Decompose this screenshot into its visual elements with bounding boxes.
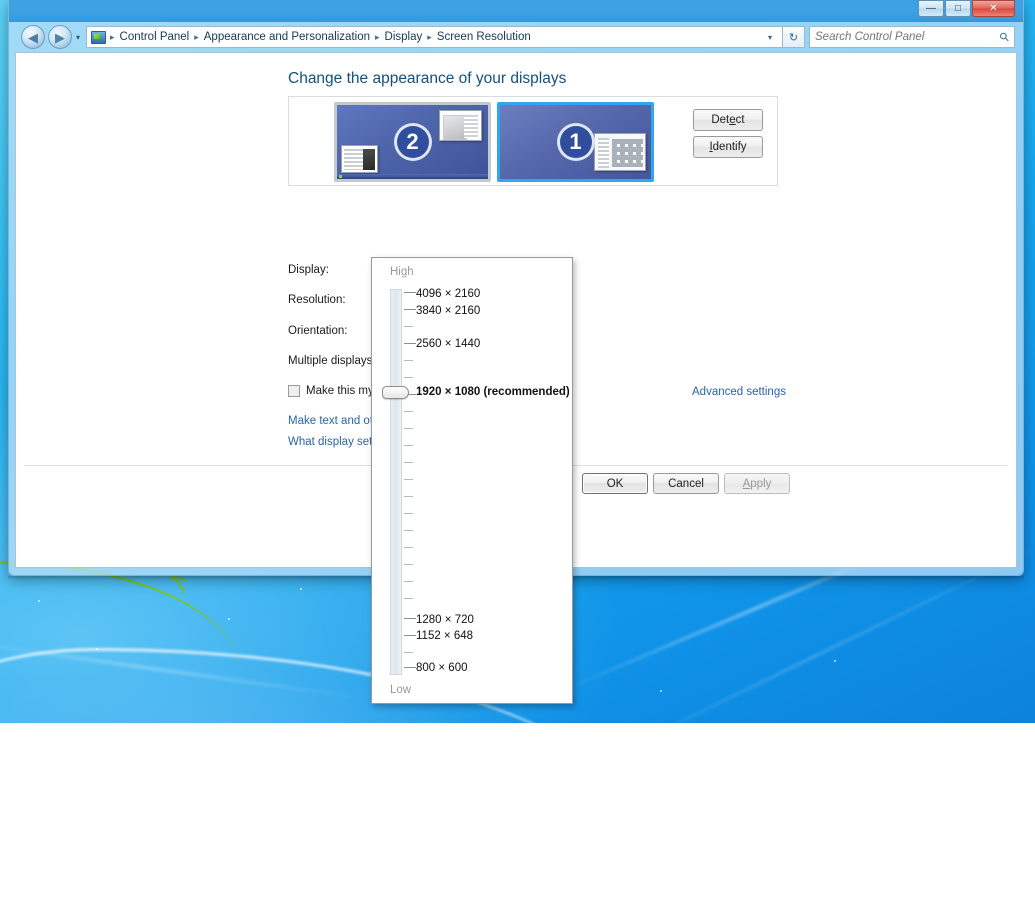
apply-label-after: pply: [750, 478, 771, 490]
resolution-option[interactable]: 1152 × 648: [416, 630, 473, 642]
monitor-preview-1[interactable]: 1: [497, 102, 654, 182]
ok-button[interactable]: OK: [582, 473, 648, 494]
window-titlebar[interactable]: — □ ✕: [9, 0, 1023, 22]
slider-tick: [404, 652, 413, 653]
slider-tick: [404, 530, 413, 531]
chevron-down-icon[interactable]: ▾: [762, 33, 778, 42]
detect-label-before: Det: [711, 114, 729, 126]
cancel-button[interactable]: Cancel: [653, 473, 719, 494]
wallpaper-sparkle: [834, 660, 836, 662]
slider-tick: [404, 547, 413, 548]
slider-tick: [404, 428, 413, 429]
control-panel-icon: [91, 31, 106, 44]
advanced-settings-link[interactable]: Advanced settings: [692, 386, 786, 398]
monitor-1-number: 1: [557, 123, 595, 161]
slider-tick: [404, 635, 416, 636]
high-label: High: [390, 266, 414, 278]
wallpaper-sparkle: [300, 588, 302, 590]
detect-button[interactable]: Detect: [693, 109, 763, 131]
address-bar: ◀ ▶ ▾ ▸ Control Panel ▸ Appearance and P…: [9, 22, 1023, 52]
slider-tick: [404, 360, 413, 361]
apply-button[interactable]: Apply: [724, 473, 790, 494]
apply-accel: A: [743, 478, 751, 490]
wallpaper-sparkle: [38, 600, 40, 602]
breadcrumb-item-appearance[interactable]: Appearance and Personalization: [200, 31, 374, 43]
slider-tick: [404, 618, 416, 619]
close-button[interactable]: ✕: [972, 0, 1015, 17]
resolution-option[interactable]: 1280 × 720: [416, 614, 474, 626]
slider-tick: [404, 667, 416, 668]
resolution-slider-thumb[interactable]: [382, 386, 409, 399]
slider-tick: [404, 326, 413, 327]
multiple-displays-label: Multiple displays:: [288, 355, 376, 367]
wallpaper-sparkle: [228, 618, 230, 620]
monitor-2-number: 2: [394, 123, 432, 161]
slider-tick: [404, 445, 413, 446]
make-main-display-checkbox[interactable]: [288, 385, 300, 397]
monitor-preview-2[interactable]: 2: [334, 102, 491, 182]
monitor-2-window-icon: [341, 145, 378, 173]
slider-tick: [404, 564, 413, 565]
identify-label-after: dentify: [713, 141, 747, 153]
slider-tick: [404, 479, 413, 480]
slider-tick: [404, 411, 413, 412]
search-box[interactable]: ⚲: [809, 26, 1015, 48]
breadcrumb-item-screen-resolution[interactable]: Screen Resolution: [433, 31, 535, 43]
search-input[interactable]: [815, 31, 1000, 43]
wallpaper-sparkle: [660, 690, 662, 692]
detect-label-after: ct: [736, 114, 745, 126]
window-controls: — □ ✕: [918, 0, 1015, 17]
resolution-option[interactable]: 2560 × 1440: [416, 338, 480, 350]
minimize-button[interactable]: —: [918, 0, 944, 17]
slider-tick: [404, 309, 416, 310]
history-dropdown-icon[interactable]: ▾: [76, 33, 80, 42]
resolution-label: Resolution:: [288, 294, 346, 306]
slider-tick: [404, 377, 413, 378]
maximize-button[interactable]: □: [945, 0, 971, 17]
resolution-option[interactable]: 3840 × 2160: [416, 305, 480, 317]
display-preview-panel: 2 1 Detect Identify: [288, 96, 778, 186]
resolution-slider-track[interactable]: [390, 289, 402, 675]
slider-tick: [404, 496, 413, 497]
slider-tick: [404, 343, 416, 344]
back-button[interactable]: ◀: [21, 25, 45, 49]
monitor-2-window-icon: [439, 110, 482, 141]
slider-tick: [404, 462, 413, 463]
orientation-label: Orientation:: [288, 325, 347, 337]
resolution-option[interactable]: 4096 × 2160: [416, 288, 480, 300]
refresh-icon[interactable]: ↻: [783, 26, 805, 48]
slider-tick: [404, 513, 413, 514]
breadcrumb-item-control-panel[interactable]: Control Panel: [116, 31, 194, 43]
page-title: Change the appearance of your displays: [288, 70, 566, 88]
identify-button[interactable]: Identify: [693, 136, 763, 158]
resolution-option[interactable]: 800 × 600: [416, 662, 467, 674]
slider-tick: [404, 292, 416, 293]
monitor-2-taskbar: [337, 174, 488, 179]
monitor-1-calculator-icon: [594, 133, 646, 171]
breadcrumb[interactable]: ▸ Control Panel ▸ Appearance and Persona…: [86, 26, 783, 48]
slider-tick: [404, 581, 413, 582]
forward-button[interactable]: ▶: [48, 25, 72, 49]
breadcrumb-item-display[interactable]: Display: [381, 31, 427, 43]
resolution-dropdown-popup[interactable]: High Low 4096 × 2160 3840 × 2160 2560 × 14…: [371, 257, 573, 704]
wallpaper-sparkle: [96, 648, 98, 650]
slider-tick: [404, 598, 413, 599]
low-label: Low: [390, 684, 411, 696]
resolution-option[interactable]: 1920 × 1080 (recommended): [416, 386, 570, 398]
display-label: Display:: [288, 264, 329, 276]
